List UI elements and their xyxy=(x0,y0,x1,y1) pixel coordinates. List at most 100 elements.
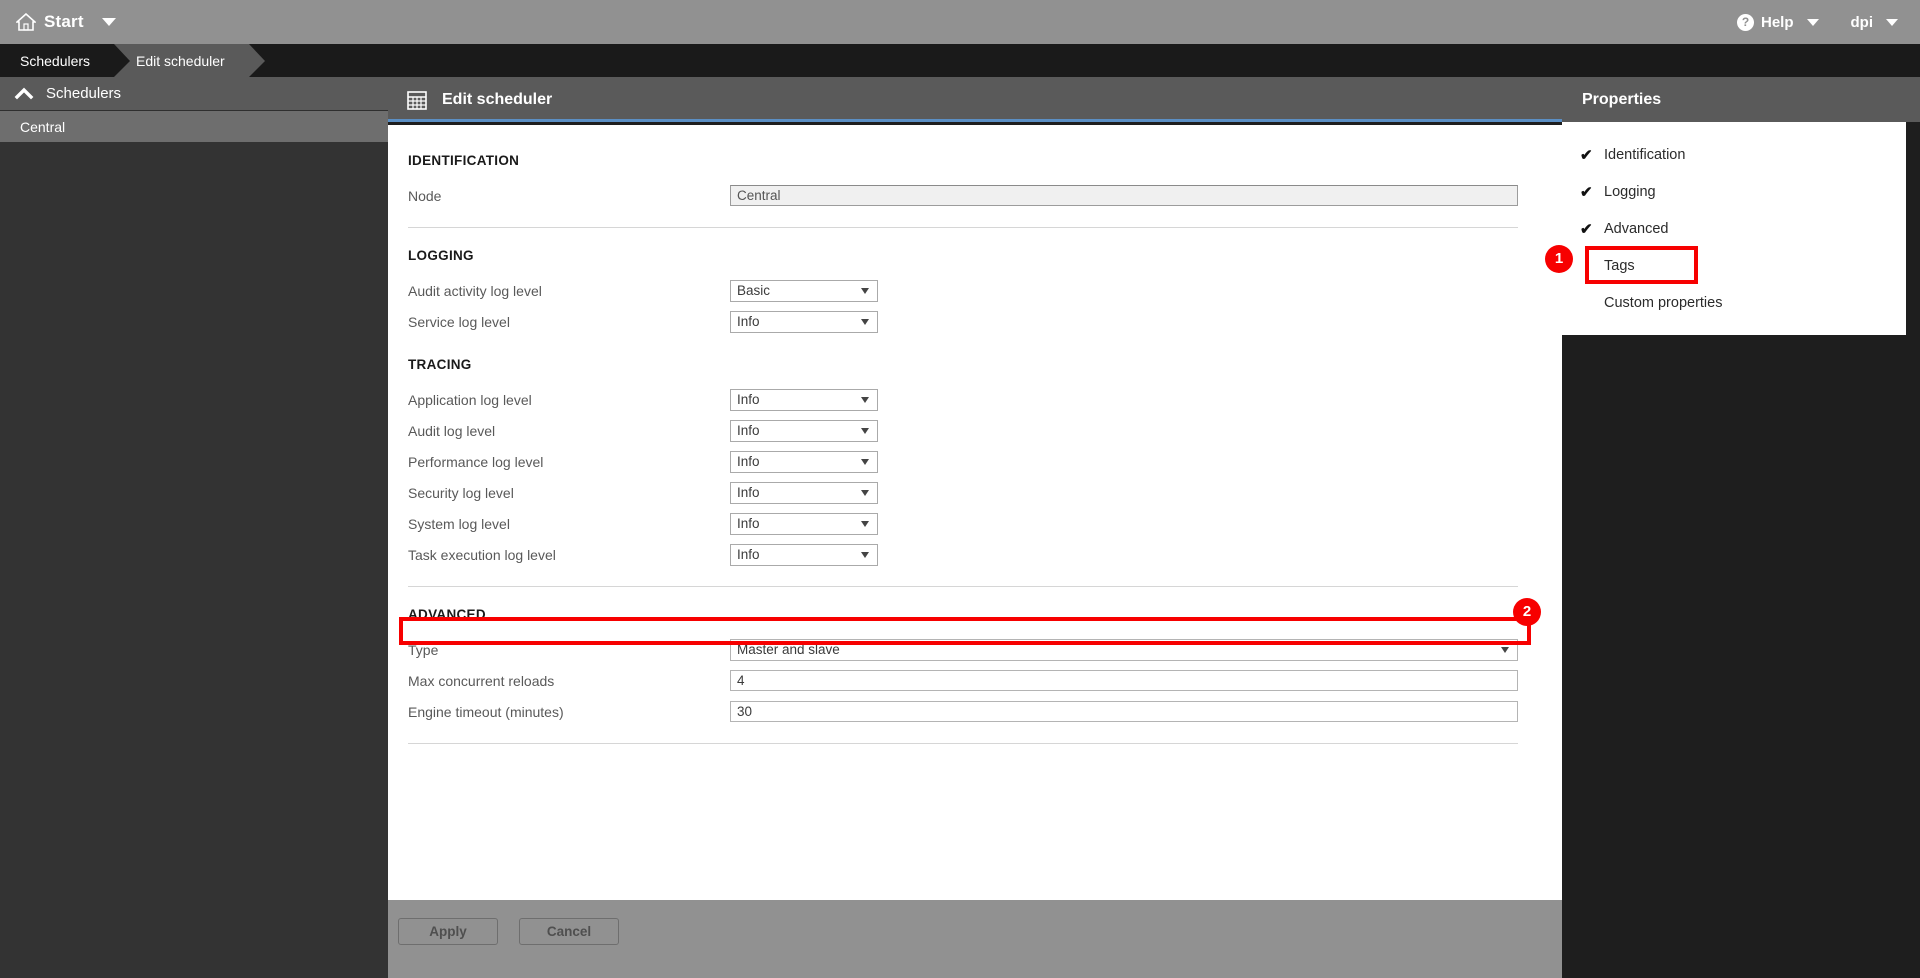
sidebar-section-schedulers[interactable]: Schedulers xyxy=(0,77,388,111)
service-log-level-select[interactable]: Info xyxy=(730,310,878,333)
select-value: Info xyxy=(737,314,760,329)
start-menu[interactable]: Start xyxy=(0,12,116,32)
divider xyxy=(408,743,1518,744)
select-value: Info xyxy=(737,423,760,438)
page-title: Edit scheduler xyxy=(442,90,553,108)
field-label-performance-log-level: Performance log level xyxy=(408,453,544,470)
property-item-label: Logging xyxy=(1604,183,1656,200)
field-label-service-log-level: Service log level xyxy=(408,313,510,330)
field-row-system-log-level: System log level Info xyxy=(408,508,1518,539)
section-title-tracing: TRACING xyxy=(408,357,472,372)
apply-button[interactable]: Apply xyxy=(398,918,498,945)
chevron-down-icon xyxy=(861,520,869,527)
property-item-custom-properties[interactable]: Custom properties xyxy=(1562,284,1906,321)
type-select[interactable]: Master and slave xyxy=(730,638,1518,661)
field-label-audit-log-level: Audit log level xyxy=(408,422,496,439)
field-label-max-concurrent-reloads: Max concurrent reloads xyxy=(408,672,555,689)
property-item-label: Advanced xyxy=(1604,220,1669,237)
top-bar-right: ? Help dpi xyxy=(1736,13,1920,31)
properties-title: Properties xyxy=(1582,90,1662,108)
help-menu[interactable]: ? Help xyxy=(1736,13,1819,31)
breadcrumb: Schedulers Edit scheduler xyxy=(0,44,1920,77)
check-icon: ✔ xyxy=(1580,183,1593,201)
check-icon: ✔ xyxy=(1580,146,1593,164)
divider xyxy=(408,227,1518,228)
sidebar-item-label: Central xyxy=(20,118,66,135)
chevron-down-icon[interactable] xyxy=(101,18,116,26)
form-area: IDENTIFICATION Node Central LOGGING Audi… xyxy=(388,125,1562,900)
select-value: Master and slave xyxy=(737,642,840,657)
properties-list: ✔ Identification ✔ Logging ✔ Advanced Ta… xyxy=(1562,122,1906,335)
field-row-max-concurrent-reloads: Max concurrent reloads 4 xyxy=(408,665,1518,696)
audit-log-level-select[interactable]: Info xyxy=(730,419,878,442)
top-bar: Start ? Help dpi xyxy=(0,0,1920,44)
select-value: Info xyxy=(737,516,760,531)
help-chevron-down-icon[interactable] xyxy=(1806,18,1819,26)
properties-panel-header: Properties xyxy=(1562,77,1920,122)
user-menu[interactable]: dpi xyxy=(1850,13,1898,31)
property-item-logging[interactable]: ✔ Logging xyxy=(1562,173,1906,210)
chevron-down-icon xyxy=(861,458,869,465)
chevron-down-icon xyxy=(861,489,869,496)
field-row-security-log-level: Security log level Info xyxy=(408,477,1518,508)
field-row-engine-timeout: Engine timeout (minutes) 30 xyxy=(408,696,1518,727)
select-value: Info xyxy=(737,454,760,469)
node-input[interactable]: Central xyxy=(730,185,1518,206)
section-title-identification: IDENTIFICATION xyxy=(408,153,520,168)
select-value: Basic xyxy=(737,283,771,298)
property-item-label: Identification xyxy=(1604,146,1686,163)
chevron-down-icon xyxy=(861,287,869,294)
main-panel: Edit scheduler IDENTIFICATION Node Centr… xyxy=(388,77,1562,978)
cancel-button[interactable]: Cancel xyxy=(519,918,619,945)
field-row-task-execution-log-level: Task execution log level Info xyxy=(408,539,1518,570)
select-value: Info xyxy=(737,392,760,407)
chevron-down-icon xyxy=(861,318,869,325)
question-mark-icon: ? xyxy=(1736,13,1754,31)
security-log-level-select[interactable]: Info xyxy=(730,481,878,504)
field-label-engine-timeout: Engine timeout (minutes) xyxy=(408,703,564,720)
section-title-logging: LOGGING xyxy=(408,248,474,263)
user-label: dpi xyxy=(1850,13,1874,31)
engine-timeout-input[interactable]: 30 xyxy=(730,701,1518,722)
calendar-icon xyxy=(406,89,428,111)
user-chevron-down-icon[interactable] xyxy=(1886,18,1898,26)
performance-log-level-select[interactable]: Info xyxy=(730,450,878,473)
field-label-node: Node xyxy=(408,187,442,204)
home-icon xyxy=(16,13,36,31)
property-item-identification[interactable]: ✔ Identification xyxy=(1562,136,1906,173)
breadcrumb-item-schedulers[interactable]: Schedulers xyxy=(0,44,131,77)
field-row-application-log-level: Application log level Info xyxy=(408,384,1518,415)
sidebar-section-label: Schedulers xyxy=(46,85,122,102)
property-item-advanced[interactable]: ✔ Advanced xyxy=(1562,210,1906,247)
sidebar-item-central[interactable]: Central xyxy=(0,111,388,142)
max-concurrent-reloads-input[interactable]: 4 xyxy=(730,670,1518,691)
application-log-level-select[interactable]: Info xyxy=(730,388,878,411)
sidebar: Schedulers Central xyxy=(0,77,388,978)
property-item-tags[interactable]: Tags xyxy=(1562,247,1906,284)
field-label-audit-activity-log-level: Audit activity log level xyxy=(408,282,542,299)
select-value: Info xyxy=(737,547,760,562)
field-row-node: Node Central xyxy=(408,180,1518,211)
property-item-label: Tags xyxy=(1604,257,1635,274)
chevron-down-icon xyxy=(861,396,869,403)
form-inner: IDENTIFICATION Node Central LOGGING Audi… xyxy=(388,125,1562,744)
field-row-audit-activity-log-level: Audit activity log level Basic xyxy=(408,275,1518,306)
field-label-application-log-level: Application log level xyxy=(408,391,532,408)
breadcrumb-label: Schedulers xyxy=(20,52,91,69)
system-log-level-select[interactable]: Info xyxy=(730,512,878,535)
start-label: Start xyxy=(44,12,84,31)
audit-activity-log-level-select[interactable]: Basic xyxy=(730,279,878,302)
select-value: Info xyxy=(737,485,760,500)
chevron-up-icon xyxy=(14,84,34,104)
divider xyxy=(408,586,1518,587)
field-label-task-execution-log-level: Task execution log level xyxy=(408,546,556,563)
field-row-performance-log-level: Performance log level Info xyxy=(408,446,1518,477)
field-label-security-log-level: Security log level xyxy=(408,484,514,501)
field-label-system-log-level: System log level xyxy=(408,515,510,532)
form-footer: Apply Cancel xyxy=(388,900,1562,978)
main-panel-header: Edit scheduler xyxy=(388,77,1562,122)
chevron-down-icon xyxy=(861,551,869,558)
task-execution-log-level-select[interactable]: Info xyxy=(730,543,878,566)
chevron-down-icon xyxy=(1501,646,1509,653)
section-title-advanced: ADVANCED xyxy=(408,607,486,622)
